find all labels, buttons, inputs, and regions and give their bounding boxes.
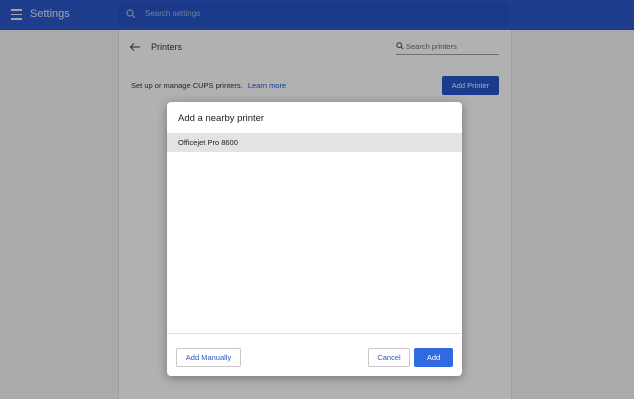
add-manually-button[interactable]: Add Manually [176,348,241,367]
printer-list-item[interactable]: Officejet Pro 8600 [167,134,462,152]
cancel-button[interactable]: Cancel [368,348,410,367]
divider [167,333,462,334]
dialog-title: Add a nearby printer [178,113,265,124]
printer-name: Officejet Pro 8600 [178,138,238,147]
add-button[interactable]: Add [414,348,453,367]
add-nearby-printer-dialog: Add a nearby printer Officejet Pro 8600 … [167,102,462,376]
